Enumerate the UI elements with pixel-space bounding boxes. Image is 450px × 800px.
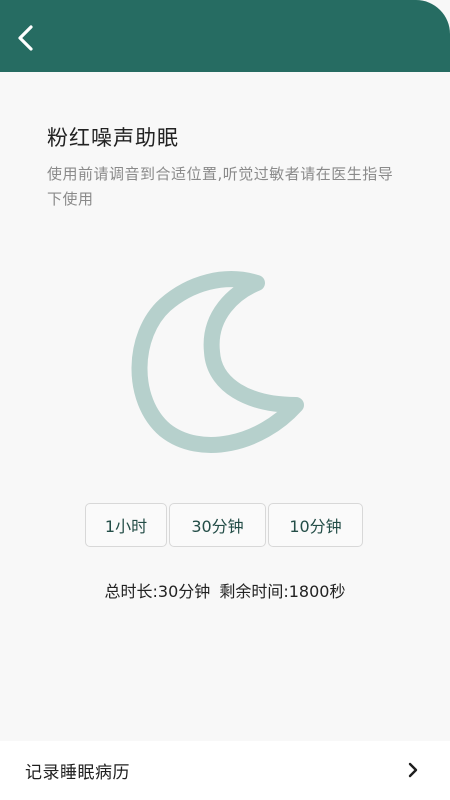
- remaining-time-text: 剩余时间:1800秒: [219, 582, 346, 601]
- total-duration-text: 总时长:30分钟: [104, 582, 211, 601]
- record-sleep-history-label: 记录睡眠病历: [25, 763, 130, 783]
- chevron-right-icon: [408, 762, 418, 778]
- chevron-left-icon: [18, 25, 33, 51]
- record-sleep-history-row[interactable]: 记录睡眠病历: [0, 741, 450, 800]
- app-bar: [0, 0, 450, 72]
- timer-30-min-button[interactable]: 30分钟: [169, 503, 266, 547]
- back-button[interactable]: [8, 20, 44, 56]
- timer-options: 1小时 30分钟 10分钟: [85, 503, 363, 547]
- timer-10-min-button[interactable]: 10分钟: [268, 503, 363, 547]
- timer-1-hour-button[interactable]: 1小时: [85, 503, 167, 547]
- sleep-aid-screen: 粉红噪声助眠 使用前请调音到合适位置,听觉过敏者请在医生指导下使用 1小时 30…: [0, 0, 450, 800]
- usage-description: 使用前请调音到合适位置,听觉过敏者请在医生指导下使用: [47, 165, 394, 208]
- moon-icon: [131, 271, 304, 453]
- timer-status: 总时长:30分钟 剩余时间:1800秒: [0, 578, 450, 602]
- page-title: 粉红噪声助眠: [47, 126, 179, 150]
